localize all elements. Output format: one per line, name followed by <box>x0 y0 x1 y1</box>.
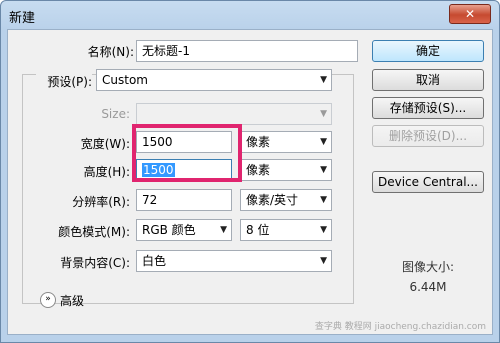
chevron-down-icon: ▼ <box>320 256 327 266</box>
preset-select[interactable]: Custom ▼ <box>96 69 332 91</box>
size-select: ▼ <box>136 103 332 125</box>
ok-button[interactable]: 确定 <box>372 40 484 62</box>
cancel-button[interactable]: 取消 <box>372 69 484 91</box>
resolution-unit-value: 像素/英寸 <box>246 193 299 207</box>
background-select[interactable]: 白色 ▼ <box>136 250 332 272</box>
chevron-down-icon: ▼ <box>320 137 327 147</box>
background-value: 白色 <box>142 254 167 268</box>
image-size-value: 6.44M <box>409 280 447 294</box>
chevron-down-icon: ▼ <box>320 165 327 175</box>
chevron-down-icon: ▼ <box>320 109 327 119</box>
height-unit-value: 像素 <box>246 163 271 177</box>
height-label: 高度(H): <box>83 165 130 179</box>
chevron-down-icon: ▼ <box>320 225 327 235</box>
size-label: Size: <box>101 107 130 121</box>
name-input[interactable]: 无标题-1 <box>136 40 358 62</box>
resolution-input[interactable]: 72 <box>136 189 232 211</box>
new-document-dialog: 新建 ✕ 名称(N): 无标题-1 预设(P): Custom ▼ Size: … <box>0 0 500 343</box>
height-unit-select[interactable]: 像素 ▼ <box>240 159 332 181</box>
resolution-unit-select[interactable]: 像素/英寸 ▼ <box>240 189 332 211</box>
save-preset-button[interactable]: 存储预设(S)... <box>372 97 484 119</box>
highlight-box <box>132 124 242 182</box>
chevron-double-down-icon[interactable]: » <box>40 292 56 308</box>
delete-preset-button: 删除预设(D)... <box>372 125 484 147</box>
title-bar: 新建 ✕ <box>1 1 499 29</box>
preset-label: 预设(P): <box>36 73 92 90</box>
watermark: 查字典 教程网 jiaocheng.chazidian.com <box>314 322 486 332</box>
color-mode-select[interactable]: RGB 颜色 ▼ <box>136 219 232 241</box>
width-label: 宽度(W): <box>80 137 130 151</box>
chevron-down-icon: ▼ <box>220 225 227 235</box>
resolution-label: 分辨率(R): <box>72 195 130 209</box>
width-unit-value: 像素 <box>246 135 271 149</box>
device-central-button[interactable]: Device Central... <box>372 171 484 193</box>
bit-depth-select[interactable]: 8 位 ▼ <box>240 219 332 241</box>
background-label: 背景内容(C): <box>60 256 130 270</box>
width-unit-select[interactable]: 像素 ▼ <box>240 131 332 153</box>
dialog-title: 新建 <box>9 11 36 26</box>
preset-value: Custom <box>102 73 148 87</box>
advanced-label[interactable]: 高级 <box>60 292 84 309</box>
close-button[interactable]: ✕ <box>449 4 491 24</box>
color-mode-label: 颜色模式(M): <box>58 225 130 239</box>
dialog-content: 名称(N): 无标题-1 预设(P): Custom ▼ Size: ▼ 宽度(… <box>7 29 493 335</box>
bit-depth-value: 8 位 <box>246 223 270 237</box>
color-mode-value: RGB 颜色 <box>142 223 196 237</box>
chevron-down-icon: ▼ <box>320 75 327 85</box>
image-size-label: 图像大小: <box>401 260 455 274</box>
name-label: 名称(N): <box>87 45 134 59</box>
chevron-down-icon: ▼ <box>320 195 327 205</box>
